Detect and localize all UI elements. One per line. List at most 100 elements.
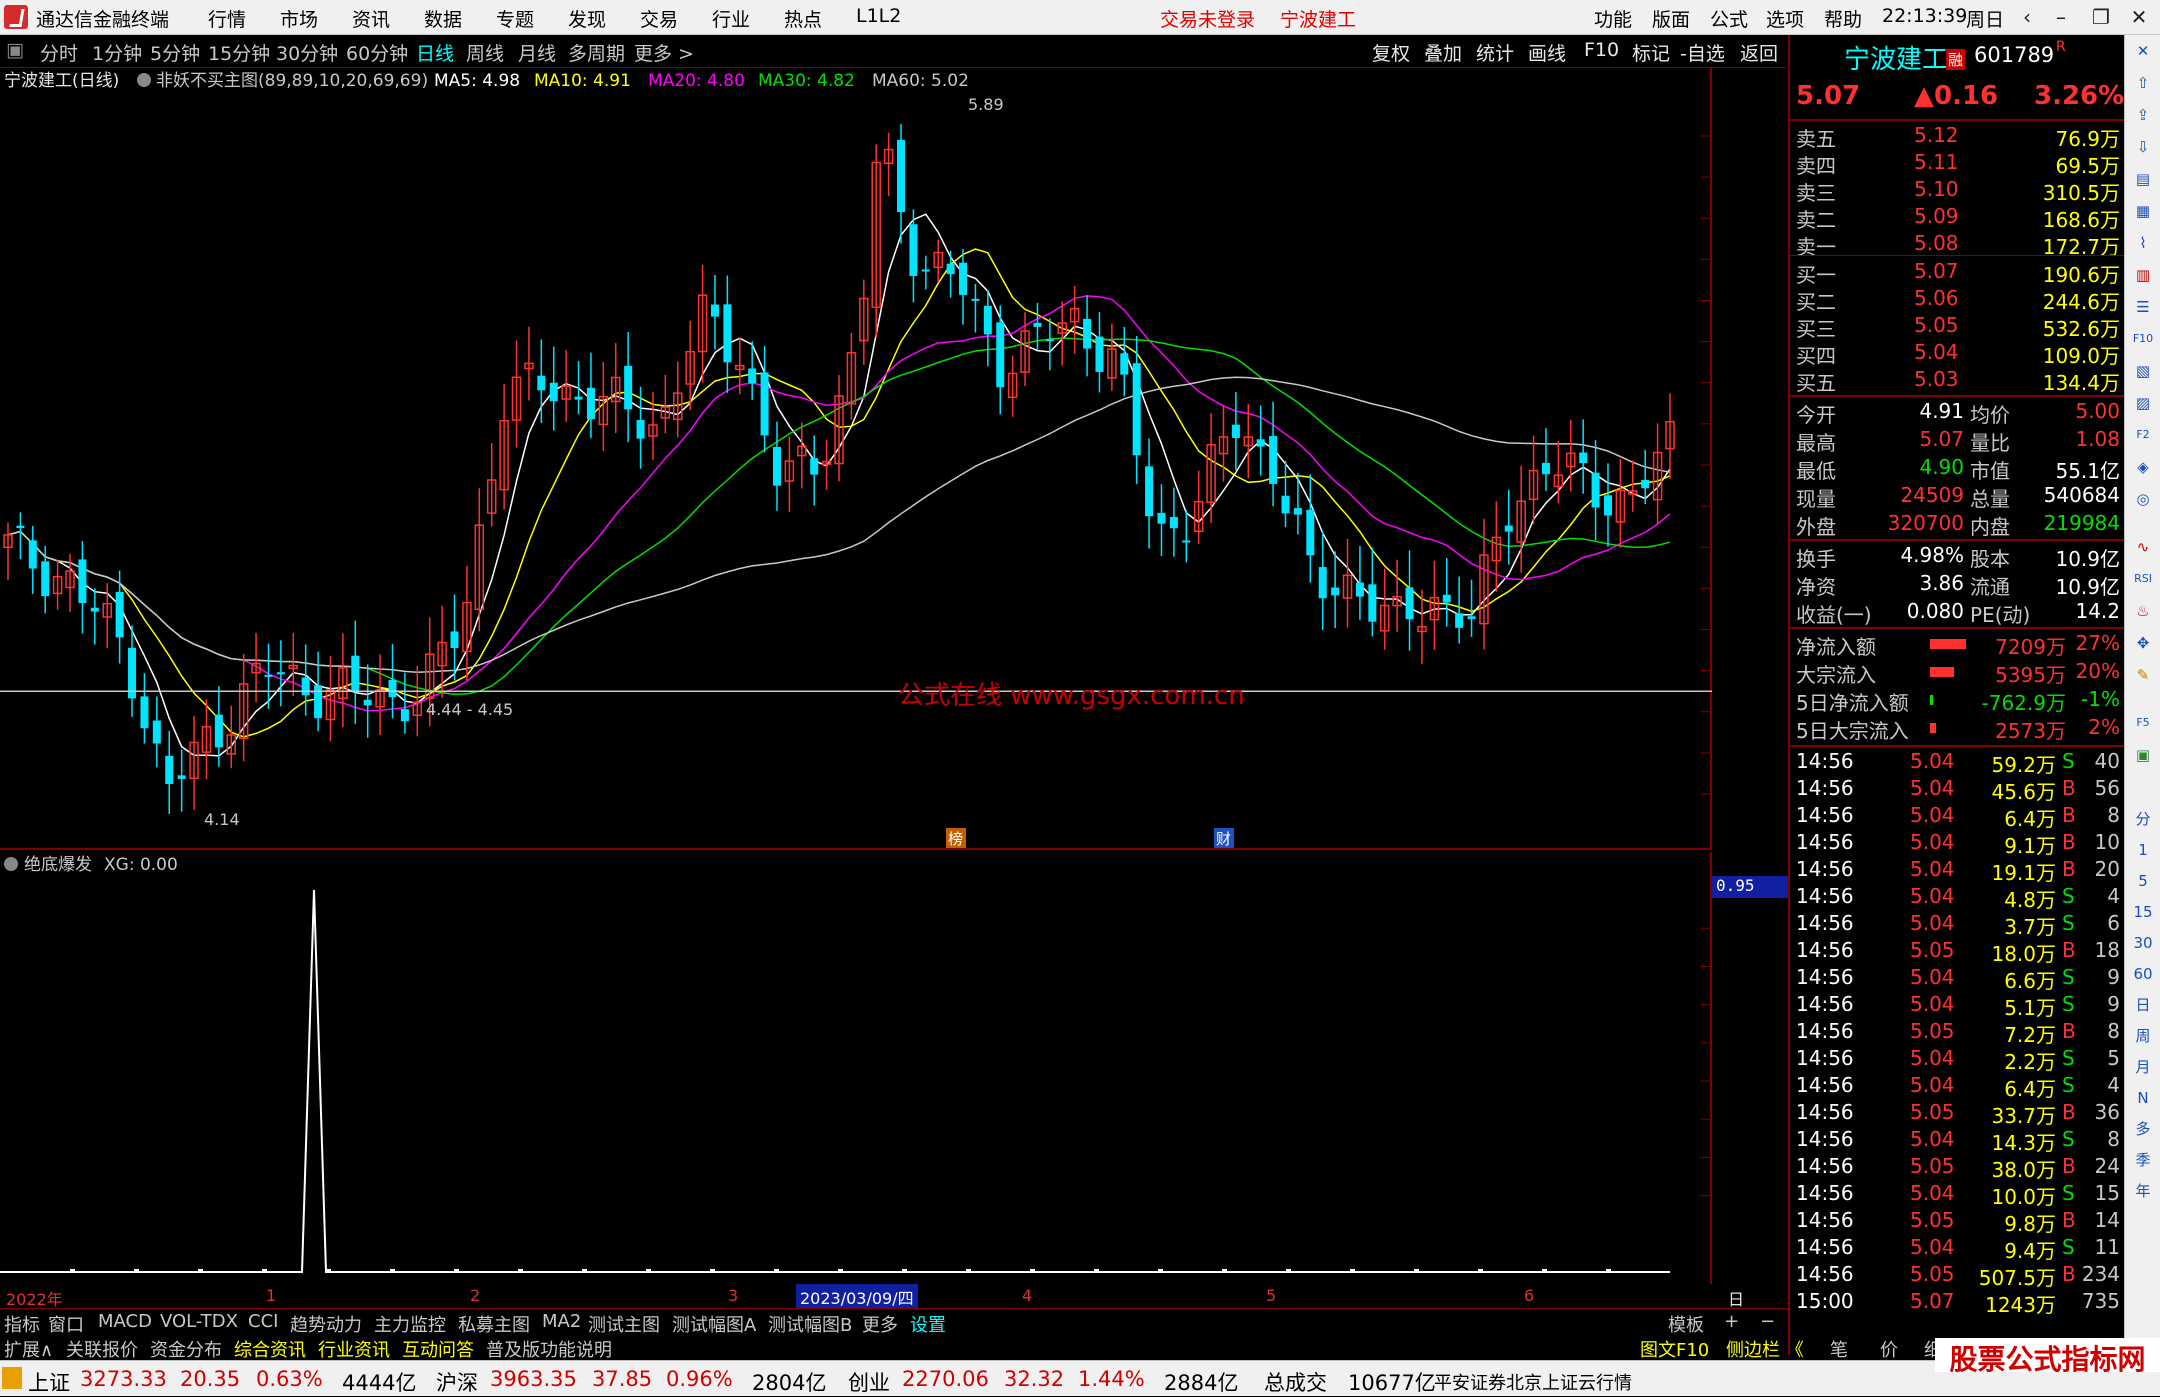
remove-button[interactable]: − xyxy=(1760,1311,1775,1332)
period-daily[interactable]: 日线 xyxy=(416,39,454,66)
bid-row[interactable]: 买五 5.03 134.4万 xyxy=(1794,367,2120,395)
tool-huaxian[interactable]: 画线 xyxy=(1528,39,1566,66)
sidebar-period-5[interactable]: 60 xyxy=(2131,962,2155,986)
index-sh-name[interactable]: 上证 xyxy=(28,1367,70,1397)
sidebar-period-7[interactable]: 周 xyxy=(2131,1024,2155,1048)
back-icon[interactable]: ‹ xyxy=(2012,4,2042,30)
sidebar-period-2[interactable]: 5 xyxy=(2131,869,2155,893)
add-button[interactable]: + xyxy=(1724,1311,1739,1332)
tick-row[interactable]: 14:56 5.05 38.0万 B 24 xyxy=(1794,1154,2120,1182)
sidebar-period-1[interactable]: 1 xyxy=(2131,838,2155,862)
sidebar-period-6[interactable]: 日 xyxy=(2131,993,2155,1017)
stat-row[interactable]: 净资 3.86 流通 10.9亿 xyxy=(1794,571,2120,599)
tick-row[interactable]: 14:56 5.04 6.4万 S 4 xyxy=(1794,1073,2120,1101)
tab-hudong[interactable]: 互动问答 xyxy=(402,1336,474,1362)
sidebar-period-10[interactable]: 多 xyxy=(2131,1117,2155,1141)
tab-macd[interactable]: MACD xyxy=(98,1311,152,1332)
sidebar-pencil-icon[interactable]: ✎ xyxy=(2131,663,2155,687)
tick-row[interactable]: 14:56 5.04 45.6万 B 56 xyxy=(1794,776,2120,804)
sidebar-f10-icon[interactable]: F10 xyxy=(2131,327,2155,351)
stat-row[interactable]: 外盘 320700 内盘 219984 xyxy=(1794,511,2120,539)
sidebar-green-icon[interactable]: ▣ xyxy=(2131,743,2155,767)
tick-row[interactable]: 14:56 5.04 14.3万 S 8 xyxy=(1794,1127,2120,1155)
sidebar-down-icon[interactable]: ⇩ xyxy=(2131,135,2155,159)
sidebar-target-icon[interactable]: ◎ xyxy=(2131,487,2155,511)
sub-indicator-settings-icon[interactable] xyxy=(4,857,18,871)
sidebar-close-icon[interactable]: ✕ xyxy=(2131,39,2155,63)
tick-row[interactable]: 14:56 5.04 9.1万 B 10 xyxy=(1794,830,2120,858)
flow-row[interactable]: 5日净流入额 -762.9万 -1% xyxy=(1794,687,2120,715)
tab-guanlian[interactable]: 关联报价 xyxy=(66,1336,138,1362)
status-icon[interactable] xyxy=(2,1367,22,1389)
tick-row[interactable]: 14:56 5.04 4.8万 S 4 xyxy=(1794,884,2120,912)
sidebar-shield-icon[interactable]: ◈ xyxy=(2131,455,2155,479)
sidebar-fire-icon[interactable]: ♨ xyxy=(2131,599,2155,623)
tab-ma2[interactable]: MA2 xyxy=(542,1311,581,1332)
period-60min[interactable]: 60分钟 xyxy=(346,39,408,66)
tool-zixuan[interactable]: -自选 xyxy=(1680,39,1725,66)
period-1min[interactable]: 1分钟 xyxy=(92,39,142,66)
sidebar-f2-icon[interactable]: F2 xyxy=(2131,423,2155,447)
tab-cci[interactable]: CCI xyxy=(248,1311,278,1332)
stat-row[interactable]: 最低 4.90 市值 55.1亿 xyxy=(1794,455,2120,483)
tick-row[interactable]: 14:56 5.04 10.0万 S 15 xyxy=(1794,1181,2120,1209)
tool-diejia[interactable]: 叠加 xyxy=(1424,39,1462,66)
tick-row[interactable]: 14:56 5.04 6.4万 B 8 xyxy=(1794,803,2120,831)
sidebar-period-0[interactable]: 分 xyxy=(2131,807,2155,831)
indicator-settings-icon[interactable] xyxy=(137,73,151,87)
indicator-name[interactable]: 非妖不买主图(89,89,10,20,69,69) xyxy=(156,71,428,91)
index-hs-name[interactable]: 沪深 xyxy=(436,1367,478,1397)
broker-info[interactable]: 平安证券北京上证云行情 xyxy=(1434,1369,1632,1395)
tick-row[interactable]: 14:56 5.04 6.6万 S 9 xyxy=(1794,965,2120,993)
stat-row[interactable]: 今开 4.91 均价 5.00 xyxy=(1794,399,2120,427)
sidebar-wave-icon[interactable]: ∿ xyxy=(2131,535,2155,559)
menu-redian[interactable]: 热点 xyxy=(784,5,822,32)
ask-row[interactable]: 卖五 5.12 76.9万 xyxy=(1794,123,2120,151)
period-30min[interactable]: 30分钟 xyxy=(276,39,338,66)
sidebar-list-icon[interactable]: ☰ xyxy=(2131,295,2155,319)
tool-biaoji[interactable]: 标记 xyxy=(1632,39,1670,66)
sidebar-period-12[interactable]: 年 xyxy=(2131,1179,2155,1203)
menu-hangye[interactable]: 行业 xyxy=(712,5,750,32)
tab-hangye[interactable]: 行业资讯 xyxy=(318,1336,390,1362)
sidebar-rsi-icon[interactable]: RSI xyxy=(2131,567,2155,591)
bid-row[interactable]: 买二 5.06 244.6万 xyxy=(1794,286,2120,314)
candlestick-chart[interactable]: 5.805.705.605.505.405.305.205.105.004.90… xyxy=(0,68,1712,850)
sidebar-period-9[interactable]: N xyxy=(2131,1086,2155,1110)
stat-row[interactable]: 最高 5.07 量比 1.08 xyxy=(1794,427,2120,455)
trade-status[interactable]: 交易未登录 xyxy=(1160,5,1255,32)
sidebar-stack-icon[interactable]: ▨ xyxy=(2131,391,2155,415)
period-15min[interactable]: 15分钟 xyxy=(208,39,270,66)
bid-row[interactable]: 买四 5.04 109.0万 xyxy=(1794,340,2120,368)
sidebar-period-11[interactable]: 季 xyxy=(2131,1148,2155,1172)
stat-row[interactable]: 收益(一) 0.080 PE(动) 14.2 xyxy=(1794,599,2120,627)
ask-row[interactable]: 卖一 5.08 172.7万 xyxy=(1794,231,2120,259)
bid-row[interactable]: 买一 5.07 190.6万 xyxy=(1794,259,2120,287)
menu-zhuanti[interactable]: 专题 xyxy=(496,5,534,32)
index-cy-name[interactable]: 创业 xyxy=(848,1367,890,1397)
ask-row[interactable]: 卖二 5.09 168.6万 xyxy=(1794,204,2120,232)
menu-hangqing[interactable]: 行情 xyxy=(208,5,246,32)
tick-row[interactable]: 14:56 5.04 19.1万 B 20 xyxy=(1794,857,2120,885)
sidebar-up-icon[interactable]: ⇧ xyxy=(2131,71,2155,95)
period-monthly[interactable]: 月线 xyxy=(518,39,556,66)
period-weekly[interactable]: 周线 xyxy=(466,39,504,66)
menu-gongshi[interactable]: 公式 xyxy=(1710,5,1748,32)
sidebar-table-icon[interactable]: ▦ xyxy=(2131,199,2155,223)
stat-row[interactable]: 现量 24509 总量 540684 xyxy=(1794,483,2120,511)
sidebar-line-chart-icon[interactable]: ⌇ xyxy=(2131,231,2155,255)
tick-row[interactable]: 14:56 5.04 5.1万 S 9 xyxy=(1794,992,2120,1020)
menu-shuju[interactable]: 数据 xyxy=(424,5,462,32)
ask-row[interactable]: 卖四 5.11 69.5万 xyxy=(1794,150,2120,178)
tool-f10[interactable]: F10 xyxy=(1584,39,1619,61)
sidebar-period-4[interactable]: 30 xyxy=(2131,931,2155,955)
sidebar-upload-icon[interactable]: ⇪ xyxy=(2131,103,2155,127)
tool-fuquan[interactable]: 复权 xyxy=(1372,39,1410,66)
restore-icon[interactable]: ❐ xyxy=(2086,4,2116,30)
tab-expand[interactable]: 扩展∧ xyxy=(4,1336,53,1362)
menu-faxian[interactable]: 发现 xyxy=(568,5,606,32)
tick-row[interactable]: 14:56 5.05 507.5万 B 234 xyxy=(1794,1262,2120,1290)
menu-bangzhu[interactable]: 帮助 xyxy=(1824,5,1862,32)
sidebar-period-3[interactable]: 15 xyxy=(2131,900,2155,924)
sidebar-move-icon[interactable]: ✥ xyxy=(2131,631,2155,655)
